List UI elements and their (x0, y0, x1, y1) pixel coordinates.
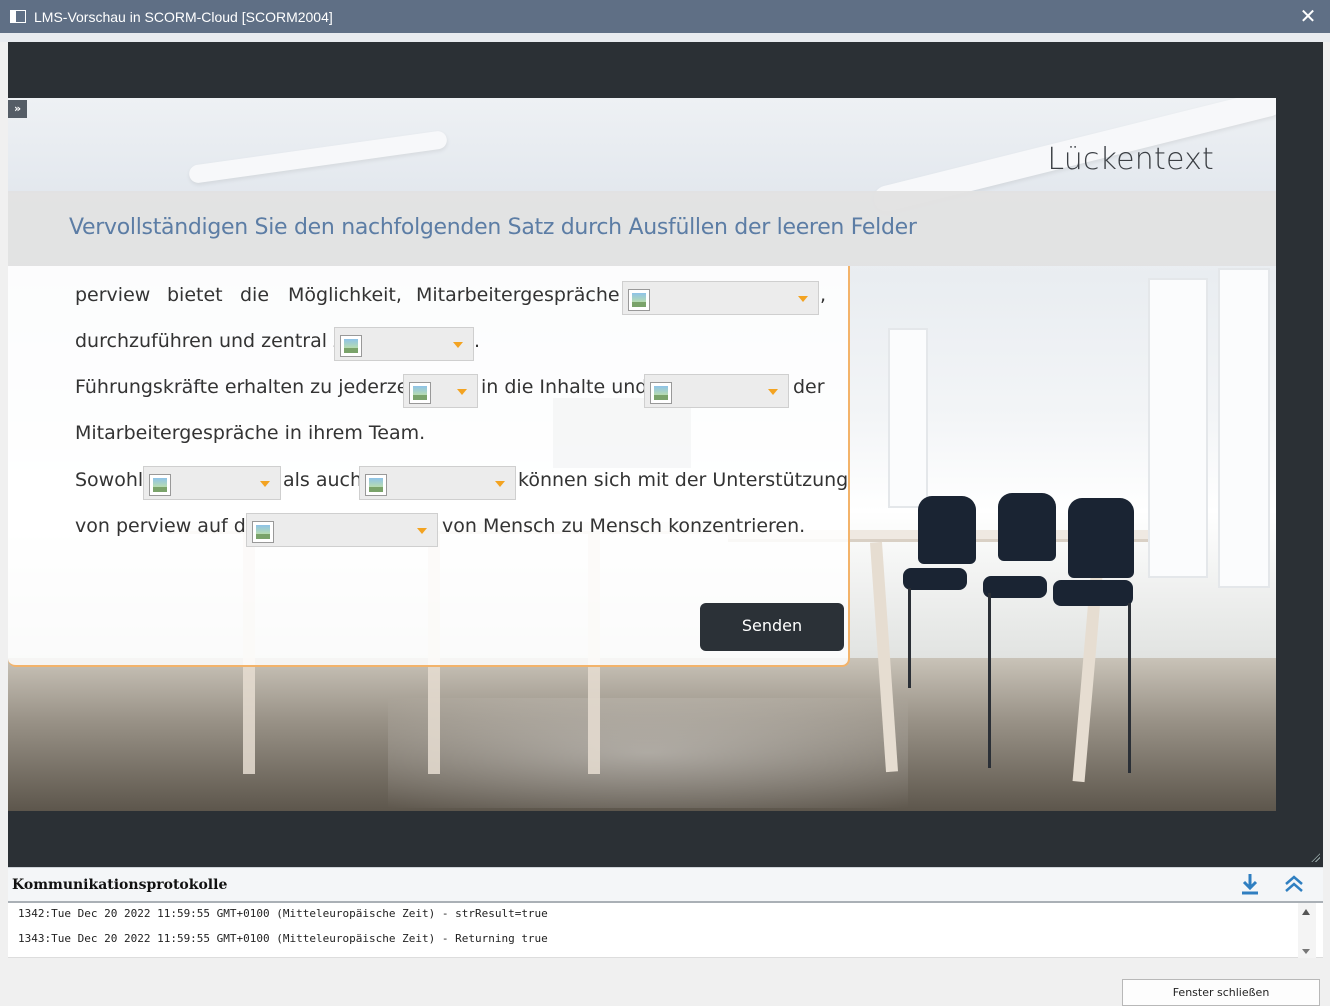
chevron-down-icon (768, 389, 778, 395)
cloze-dropdown-7[interactable] (246, 513, 438, 547)
cloze-text: perview (75, 284, 151, 306)
broken-image-icon (149, 474, 171, 496)
window-title-bar: LMS-Vorschau in SCORM-Cloud [SCORM2004] … (0, 0, 1330, 33)
cloze-line-3-mid: in die Inhalte und (481, 370, 647, 404)
cloze-text: von perview auf das (75, 515, 268, 537)
instruction-band: Vervollständigen Sie den nachfolgenden S… (8, 191, 1276, 266)
log-line: 1342:Tue Dec 20 2022 11:59:55 GMT+0100 (… (18, 907, 548, 920)
background-window (888, 328, 928, 508)
broken-image-icon (365, 474, 387, 496)
close-icon[interactable]: ✕ (1298, 6, 1318, 26)
background-chair-leg (908, 588, 911, 688)
cloze-dropdown-3[interactable] (403, 374, 478, 408)
cloze-line-3: Führungskräfte erhalten zu jederzeit (75, 370, 421, 404)
collapse-up-icon[interactable] (1284, 874, 1304, 894)
cloze-text: können sich mit der Unterstützung (518, 469, 849, 491)
chevron-down-icon (798, 296, 808, 302)
background-chair-seat (983, 576, 1047, 598)
background-chair-leg (988, 593, 991, 768)
nav-toggle-icon[interactable]: » (8, 100, 27, 118)
window-app-icon (10, 10, 26, 23)
cloze-dropdown-2[interactable] (334, 327, 474, 361)
frame-strip (0, 33, 1330, 42)
log-line: 1343:Tue Dec 20 2022 11:59:55 GMT+0100 (… (18, 932, 548, 945)
scroll-down-icon[interactable] (1302, 949, 1310, 954)
cloze-line-5-end: können sich mit der Unterstützung (518, 463, 848, 497)
broken-image-icon (628, 289, 650, 311)
broken-image-icon (409, 382, 431, 404)
cloze-line-5-mid: als auch (283, 463, 362, 497)
chevron-down-icon (495, 481, 505, 487)
cloze-dropdown-5[interactable] (143, 466, 281, 500)
chevron-down-icon (453, 342, 463, 348)
chevron-down-icon (417, 528, 427, 534)
instruction-text: Vervollständigen Sie den nachfolgenden S… (69, 215, 917, 240)
log-scrollbar[interactable] (1298, 903, 1316, 958)
background-chair (998, 493, 1056, 561)
cloze-line-6: von perview auf das (75, 509, 267, 543)
cloze-line-3-end: der (793, 370, 825, 404)
dialog-footer: Fenster schließen (0, 958, 1330, 1006)
close-window-button[interactable]: Fenster schließen (1122, 979, 1320, 1006)
log-output[interactable]: 1342:Tue Dec 20 2022 11:59:55 GMT+0100 (… (8, 903, 1323, 958)
cloze-text: . (474, 330, 481, 352)
background-window (1218, 268, 1270, 588)
log-title: Kommunikationsprotokolle (12, 877, 228, 893)
cloze-text: der (793, 376, 825, 398)
broken-image-icon (650, 382, 672, 404)
background-window (1148, 278, 1208, 578)
cloze-line-2: durchzuführen und zentral zu (75, 324, 355, 358)
background-floor-reflection (388, 698, 908, 808)
broken-image-icon (252, 521, 274, 543)
background-chair-leg (1128, 603, 1131, 773)
submit-button[interactable]: Senden (700, 603, 844, 651)
cloze-line-2-end: . (474, 324, 480, 358)
cloze-text: Führungskräfte erhalten zu jederzeit (75, 376, 422, 398)
resize-grip-icon[interactable] (1311, 853, 1320, 862)
scroll-up-icon[interactable] (1302, 909, 1310, 915)
cloze-dropdown-6[interactable] (359, 466, 516, 500)
chevron-down-icon (260, 481, 270, 487)
cloze-dropdown-4[interactable] (644, 374, 789, 408)
cloze-text: Sowohl (75, 469, 144, 491)
cloze-text: in die Inhalte und (481, 376, 648, 398)
cloze-text: von Mensch zu Mensch konzentrieren. (442, 515, 806, 537)
cloze-line-6-end: von Mensch zu Mensch konzentrieren. (442, 509, 805, 543)
background-chair (918, 496, 976, 564)
slide-canvas: Lückentext Vervollständigen Sie den nach… (8, 98, 1276, 811)
download-icon[interactable] (1240, 872, 1260, 896)
background-chair-seat (1053, 580, 1133, 606)
chevron-down-icon (457, 389, 467, 395)
cloze-text: Mitarbeitergespräche in ihrem Team. (75, 422, 426, 444)
cloze-text: die (240, 284, 270, 306)
background-chair (1068, 498, 1134, 578)
window-title: LMS-Vorschau in SCORM-Cloud [SCORM2004] (34, 8, 333, 25)
log-header: Kommunikationsprotokolle (8, 867, 1323, 903)
cloze-line-4: Mitarbeitergespräche in ihrem Team. (75, 416, 425, 450)
broken-image-icon (340, 335, 362, 357)
slide-title: Lückentext (1047, 142, 1214, 177)
cloze-text: als auch (283, 469, 363, 491)
cloze-dropdown-1[interactable] (622, 281, 819, 315)
cloze-text: , (820, 284, 827, 306)
cloze-text: bietet (167, 284, 223, 306)
cloze-text: durchzuführen und zentral zu (75, 330, 356, 352)
background-chair-seat (903, 568, 967, 590)
cloze-text: Mitarbeitergespräche (416, 284, 620, 306)
cloze-text: Möglichkeit, (288, 284, 402, 306)
cloze-line-5: Sowohl (75, 463, 143, 497)
